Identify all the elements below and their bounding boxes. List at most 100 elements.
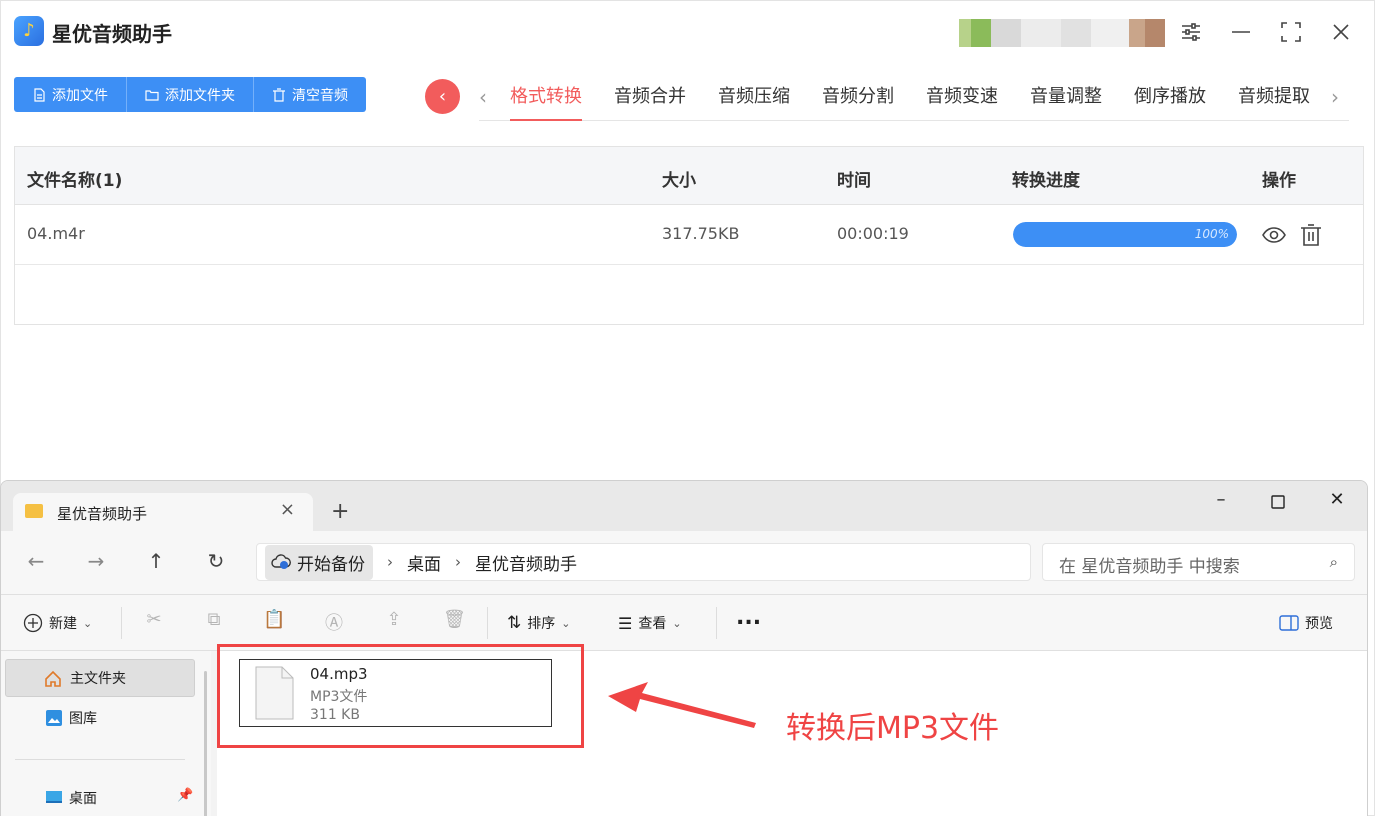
- blurred-user-avatar: [959, 19, 1165, 47]
- chevron-down-icon: ⌄: [672, 616, 682, 630]
- progress-label: 100%: [1194, 227, 1229, 241]
- tab-3[interactable]: 音频分割: [822, 77, 894, 121]
- app-title: 星优音频助手: [52, 22, 172, 46]
- explorer-tab[interactable]: 星优音频助手 ×: [13, 493, 313, 531]
- sidebar-item-desktop[interactable]: 桌面 📌: [5, 779, 195, 816]
- conversion-progress-bar: 100%: [1013, 222, 1237, 247]
- explorer-maximize-icon[interactable]: [1263, 489, 1293, 514]
- sidebar-gallery-label: 图库: [69, 711, 97, 727]
- gallery-icon: [46, 710, 62, 726]
- new-tab-icon[interactable]: +: [331, 499, 349, 524]
- explorer-minimize-icon[interactable]: –: [1206, 489, 1236, 510]
- tab-2[interactable]: 音频压缩: [718, 77, 790, 121]
- maximize-icon[interactable]: [1276, 17, 1306, 47]
- divider: [121, 607, 122, 639]
- search-input[interactable]: 在 星优音频助手 中搜索 ⌕: [1042, 543, 1355, 581]
- eye-preview-icon[interactable]: [1261, 222, 1287, 248]
- table-header: 文件名称(1) 大小 时间 转换进度 操作: [15, 147, 1363, 205]
- copy-icon[interactable]: ⧉: [203, 609, 225, 631]
- desktop-icon: [46, 791, 62, 803]
- row-file-size: 317.75KB: [662, 224, 740, 243]
- clear-audio-label: 清空音频: [292, 87, 348, 104]
- sort-label: 排序: [527, 616, 556, 632]
- divider: [15, 759, 185, 760]
- tab-4[interactable]: 音频变速: [926, 77, 998, 121]
- tabs-scroll-left-icon[interactable]: ‹: [479, 85, 487, 109]
- add-folder-label: 添加文件夹: [165, 87, 235, 104]
- tab-5[interactable]: 音量调整: [1030, 77, 1102, 121]
- file-explorer-window: 星优音频助手 × + – ✕ ← → ↑ ↻ 开始备份 › 桌面 › 星优音频助…: [0, 480, 1368, 816]
- close-icon[interactable]: [1326, 17, 1356, 47]
- tab-0[interactable]: 格式转换: [510, 77, 582, 121]
- new-label: 新建: [49, 616, 77, 632]
- file-table: 文件名称(1) 大小 时间 转换进度 操作 04.m4r 317.75KB 00…: [14, 146, 1364, 325]
- delete-icon[interactable]: 🗑: [443, 609, 466, 631]
- annotation-label: 转换后MP3文件: [786, 711, 1000, 746]
- view-label: 查看: [638, 616, 667, 632]
- back-arrow-icon[interactable]: ←: [24, 549, 48, 573]
- plus-circle-icon: [23, 613, 43, 633]
- preview-label: 预览: [1305, 616, 1333, 632]
- app-titlebar: ♪ 星优音频助手: [1, 1, 1374, 63]
- app-logo-icon: ♪: [14, 16, 44, 46]
- up-arrow-icon[interactable]: ↑: [144, 549, 168, 573]
- sidebar-scrollbar[interactable]: [204, 671, 207, 816]
- clear-audio-button[interactable]: 清空音频: [254, 77, 366, 112]
- tab-6[interactable]: 倒序播放: [1134, 77, 1206, 121]
- folder-icon: [25, 504, 43, 518]
- back-button[interactable]: ‹: [425, 79, 460, 114]
- breadcrumb-item[interactable]: 桌面: [407, 550, 441, 575]
- row-duration: 00:00:19: [837, 224, 909, 243]
- breadcrumb-root[interactable]: 开始备份: [265, 544, 373, 580]
- refresh-icon[interactable]: ↻: [204, 549, 228, 573]
- file-toolbar: 添加文件 添加文件夹 清空音频: [14, 77, 366, 112]
- minimize-icon[interactable]: [1226, 17, 1256, 47]
- rename-icon[interactable]: Ⓐ: [323, 609, 345, 634]
- share-icon[interactable]: ⇪: [383, 609, 405, 631]
- search-icon: ⌕: [1329, 553, 1338, 571]
- sort-button[interactable]: ⇅ 排序 ⌄: [507, 613, 570, 633]
- address-bar[interactable]: 开始备份 › 桌面 › 星优音频助手: [256, 543, 1031, 581]
- new-button[interactable]: 新建 ⌄: [23, 613, 92, 633]
- col-size-header: 大小: [662, 171, 696, 191]
- forward-arrow-icon[interactable]: →: [84, 549, 108, 573]
- table-row[interactable]: 04.m4r 317.75KB 00:00:19 100%: [15, 205, 1363, 265]
- chevron-down-icon: ⌄: [83, 616, 93, 630]
- col-ops-header: 操作: [1262, 171, 1296, 191]
- paste-icon[interactable]: 📋: [263, 609, 285, 631]
- delete-trash-icon[interactable]: [1298, 222, 1324, 248]
- explorer-close-icon[interactable]: ✕: [1322, 489, 1352, 510]
- chevron-right-icon: ›: [387, 553, 393, 571]
- tab-1[interactable]: 音频合并: [614, 77, 686, 121]
- more-options-button[interactable]: ...: [736, 605, 761, 630]
- sort-icon: ⇅: [507, 613, 522, 633]
- preview-pane-button[interactable]: 预览: [1279, 613, 1333, 633]
- more-label: ...: [736, 605, 762, 630]
- add-folder-button[interactable]: 添加文件夹: [127, 77, 254, 112]
- view-list-icon: ☰: [618, 613, 633, 633]
- col-progress-header: 转换进度: [1012, 171, 1080, 191]
- divider: [716, 607, 717, 639]
- search-placeholder: 在 星优音频助手 中搜索: [1059, 557, 1240, 577]
- tabs-scroll-right-icon[interactable]: ›: [1331, 85, 1339, 109]
- settings-sliders-icon[interactable]: [1176, 17, 1206, 47]
- sidebar-home-label: 主文件夹: [70, 671, 126, 687]
- add-file-button[interactable]: 添加文件: [14, 77, 127, 112]
- command-bar: 新建 ⌄ ✂ ⧉ 📋 Ⓐ ⇪ 🗑 ⇅ 排序 ⌄ ☰ 查看 ⌄ ... 预览: [1, 595, 1367, 651]
- sidebar-item-home[interactable]: 主文件夹: [5, 659, 195, 697]
- pin-icon[interactable]: 📌: [177, 788, 193, 803]
- close-tab-icon[interactable]: ×: [280, 499, 295, 520]
- preview-pane-icon: [1279, 615, 1299, 631]
- view-button[interactable]: ☰ 查看 ⌄: [618, 613, 682, 633]
- breadcrumb-item[interactable]: 星优音频助手: [475, 550, 577, 575]
- explorer-tab-title: 星优音频助手: [57, 505, 148, 523]
- file-icon: [34, 87, 45, 102]
- cloud-backup-icon: [271, 554, 291, 569]
- chevron-right-icon: ›: [455, 553, 461, 571]
- trash-icon: [273, 87, 285, 102]
- col-time-header: 时间: [837, 171, 871, 191]
- explorer-tabbar: 星优音频助手 × + – ✕: [1, 481, 1367, 531]
- sidebar-item-gallery[interactable]: 图库: [5, 699, 195, 737]
- tab-7[interactable]: 音频提取: [1238, 77, 1310, 121]
- cut-icon[interactable]: ✂: [143, 609, 165, 631]
